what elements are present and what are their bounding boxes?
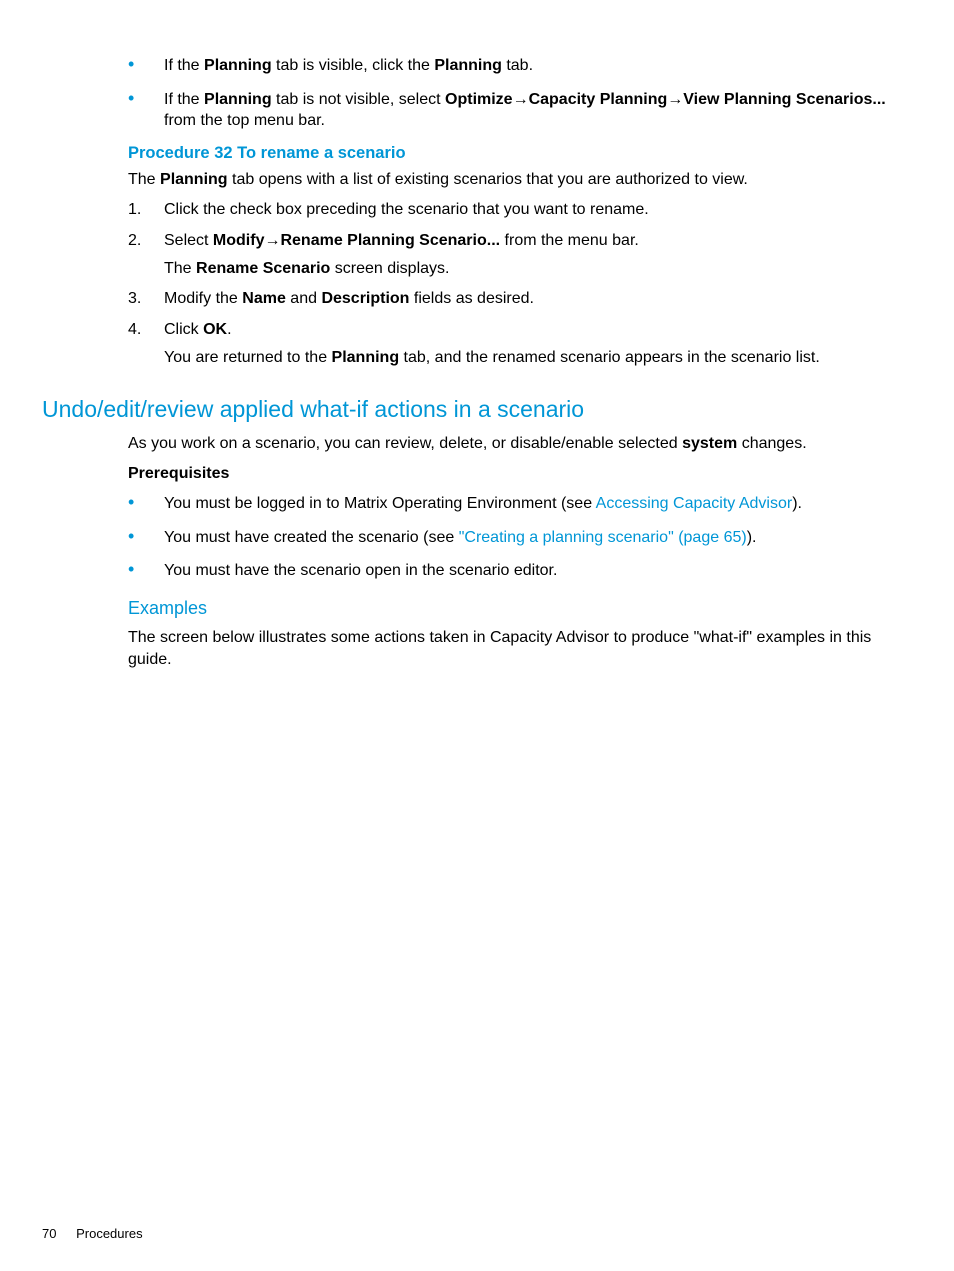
list-item: If the Planning tab is visible, click th… [128,55,912,77]
procedure-intro: The Planning tab opens with a list of ex… [128,169,912,191]
list-item: You must have the scenario open in the s… [128,560,912,582]
list-item: If the Planning tab is not visible, sele… [128,89,912,132]
section-intro: As you work on a scenario, you can revie… [128,433,912,455]
step-item: Click the check box preceding the scenar… [128,199,912,221]
step-item: Click OK.You are returned to the Plannin… [128,319,912,370]
prerequisites-list: You must be logged in to Matrix Operatin… [128,493,912,582]
body-content: If the Planning tab is visible, click th… [128,55,912,370]
page-footer: 70 Procedures [42,1226,143,1241]
list-item: You must be logged in to Matrix Operatin… [128,493,912,515]
intro-bullet-list: If the Planning tab is visible, click th… [128,55,912,132]
procedure-title: Procedure 32 To rename a scenario [128,144,912,163]
section-content: As you work on a scenario, you can revie… [128,433,912,672]
section-heading: Undo/edit/review applied what-if actions… [42,396,912,423]
document-page: If the Planning tab is visible, click th… [0,0,954,1271]
footer-section: Procedures [76,1226,142,1241]
step-item: Select Modify→Rename Planning Scenario..… [128,230,912,281]
procedure-steps: Click the check box preceding the scenar… [128,199,912,369]
cross-reference-link[interactable]: Accessing Capacity Advisor [596,495,793,512]
list-item: You must have created the scenario (see … [128,527,912,549]
cross-reference-link[interactable]: "Creating a planning scenario" (page 65) [459,529,747,546]
page-number: 70 [42,1226,56,1241]
examples-text: The screen below illustrates some action… [128,627,912,672]
step-item: Modify the Name and Description fields a… [128,288,912,310]
examples-heading: Examples [128,598,912,619]
prerequisites-label: Prerequisites [128,463,912,485]
